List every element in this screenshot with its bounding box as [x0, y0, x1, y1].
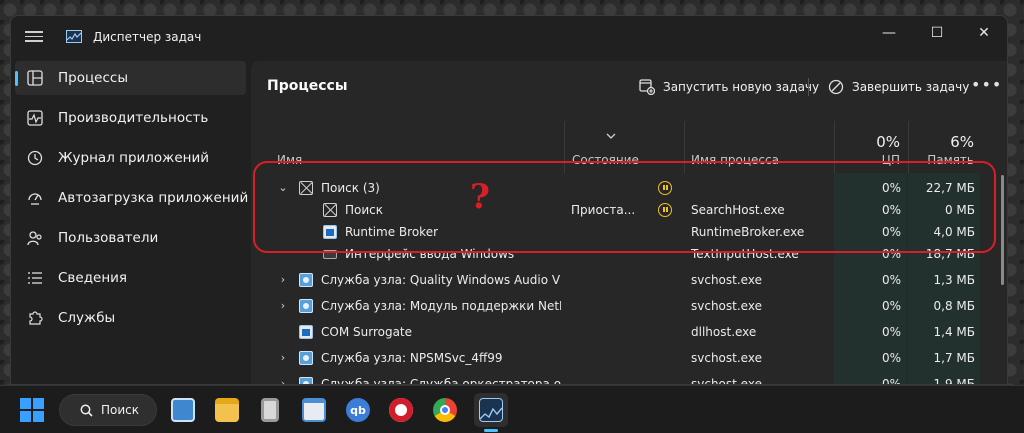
scrollbar[interactable] — [1001, 175, 1005, 384]
puzzle-icon — [27, 310, 43, 326]
chevron-right-icon[interactable]: › — [276, 345, 290, 371]
task-manager-icon[interactable] — [474, 393, 508, 427]
menu-icon[interactable] — [25, 28, 43, 44]
more-options-icon[interactable]: ••• — [971, 75, 1002, 94]
annotation-highlight — [253, 161, 996, 253]
chevron-right-icon[interactable]: › — [276, 371, 290, 384]
sidebar-item-performance[interactable]: Производительность — [15, 101, 246, 135]
chevron-right-icon[interactable]: › — [276, 267, 290, 293]
taskbar: Поиск qb — [0, 385, 1024, 433]
control-panel-icon[interactable] — [166, 393, 200, 427]
annotation-question-mark: ? — [470, 177, 490, 217]
start-button[interactable] — [20, 398, 44, 422]
sidebar: Процессы Производительность Журнал прило… — [11, 60, 251, 384]
users-icon — [27, 230, 43, 246]
gear-icon — [299, 377, 313, 384]
taskbar-search[interactable]: Поиск — [59, 394, 157, 426]
sidebar-item-startup[interactable]: Автозагрузка приложений — [15, 181, 249, 215]
sidebar-item-label: Процессы — [58, 70, 128, 86]
close-button[interactable]: ✕ — [961, 20, 1007, 46]
run-task-icon — [639, 79, 655, 95]
table-row[interactable]: › Служба узла: Модуль поддержки NetBIO..… — [251, 293, 999, 319]
table-row[interactable]: COM Surrogate dllhost.exe 0% 1,4 МБ — [251, 319, 999, 345]
sidebar-item-users[interactable]: Пользователи — [15, 221, 246, 255]
opera-icon[interactable] — [384, 393, 418, 427]
scrollbar-thumb[interactable] — [1001, 175, 1004, 285]
search-label: Поиск — [101, 403, 140, 417]
grid-icon — [27, 70, 43, 86]
gear-icon — [299, 299, 313, 313]
sidebar-item-label: Службы — [58, 310, 116, 326]
table-row[interactable]: › Служба узла: Служба оркестратора обно.… — [251, 371, 999, 384]
sidebar-item-label: Производительность — [58, 110, 209, 126]
window-app-icon[interactable] — [297, 393, 331, 427]
calculator-icon[interactable] — [253, 393, 287, 427]
maximize-button[interactable]: ☐ — [914, 20, 960, 46]
title-bar: Диспетчер задач — ☐ ✕ — [11, 16, 1007, 60]
sidebar-item-processes[interactable]: Процессы — [15, 61, 246, 95]
chevron-right-icon[interactable]: › — [276, 293, 290, 319]
chrome-icon[interactable] — [428, 393, 462, 427]
sidebar-item-services[interactable]: Службы — [15, 301, 246, 335]
list-icon — [27, 270, 43, 286]
sidebar-item-app-history[interactable]: Журнал приложений — [15, 141, 246, 175]
startup-icon — [27, 190, 43, 206]
table-row[interactable]: › Служба узла: Quality Windows Audio Vid… — [251, 267, 999, 293]
end-task-label: Завершить задачу — [852, 80, 970, 94]
gear-icon — [299, 351, 313, 365]
table-row[interactable]: › Служба узла: NPSMSvc_4ff99 svchost.exe… — [251, 345, 999, 371]
gear-icon — [299, 273, 313, 287]
window-title: Диспетчер задач — [93, 30, 202, 44]
sidebar-item-label: Журнал приложений — [58, 150, 210, 166]
sidebar-item-label: Сведения — [58, 270, 128, 286]
qbittorrent-icon[interactable]: qb — [341, 393, 375, 427]
run-new-task-label: Запустить новую задачу — [663, 80, 820, 94]
file-explorer-icon[interactable] — [210, 393, 244, 427]
history-icon — [27, 150, 43, 166]
sidebar-item-label: Пользователи — [58, 230, 159, 246]
page-title: Процессы — [267, 78, 348, 94]
run-new-task-button[interactable]: Запустить новую задачу — [639, 74, 819, 100]
minimize-button[interactable]: — — [866, 20, 912, 46]
active-app-indicator — [484, 429, 498, 432]
sidebar-item-label: Автозагрузка приложений — [58, 190, 249, 206]
toolbar-divider — [808, 78, 809, 96]
window-icon — [299, 325, 313, 339]
sidebar-item-details[interactable]: Сведения — [15, 261, 246, 295]
end-task-icon — [828, 79, 844, 95]
end-task-button[interactable]: Завершить задачу — [828, 74, 969, 100]
task-manager-icon — [66, 30, 82, 43]
performance-icon — [27, 110, 43, 126]
search-icon — [80, 404, 93, 417]
